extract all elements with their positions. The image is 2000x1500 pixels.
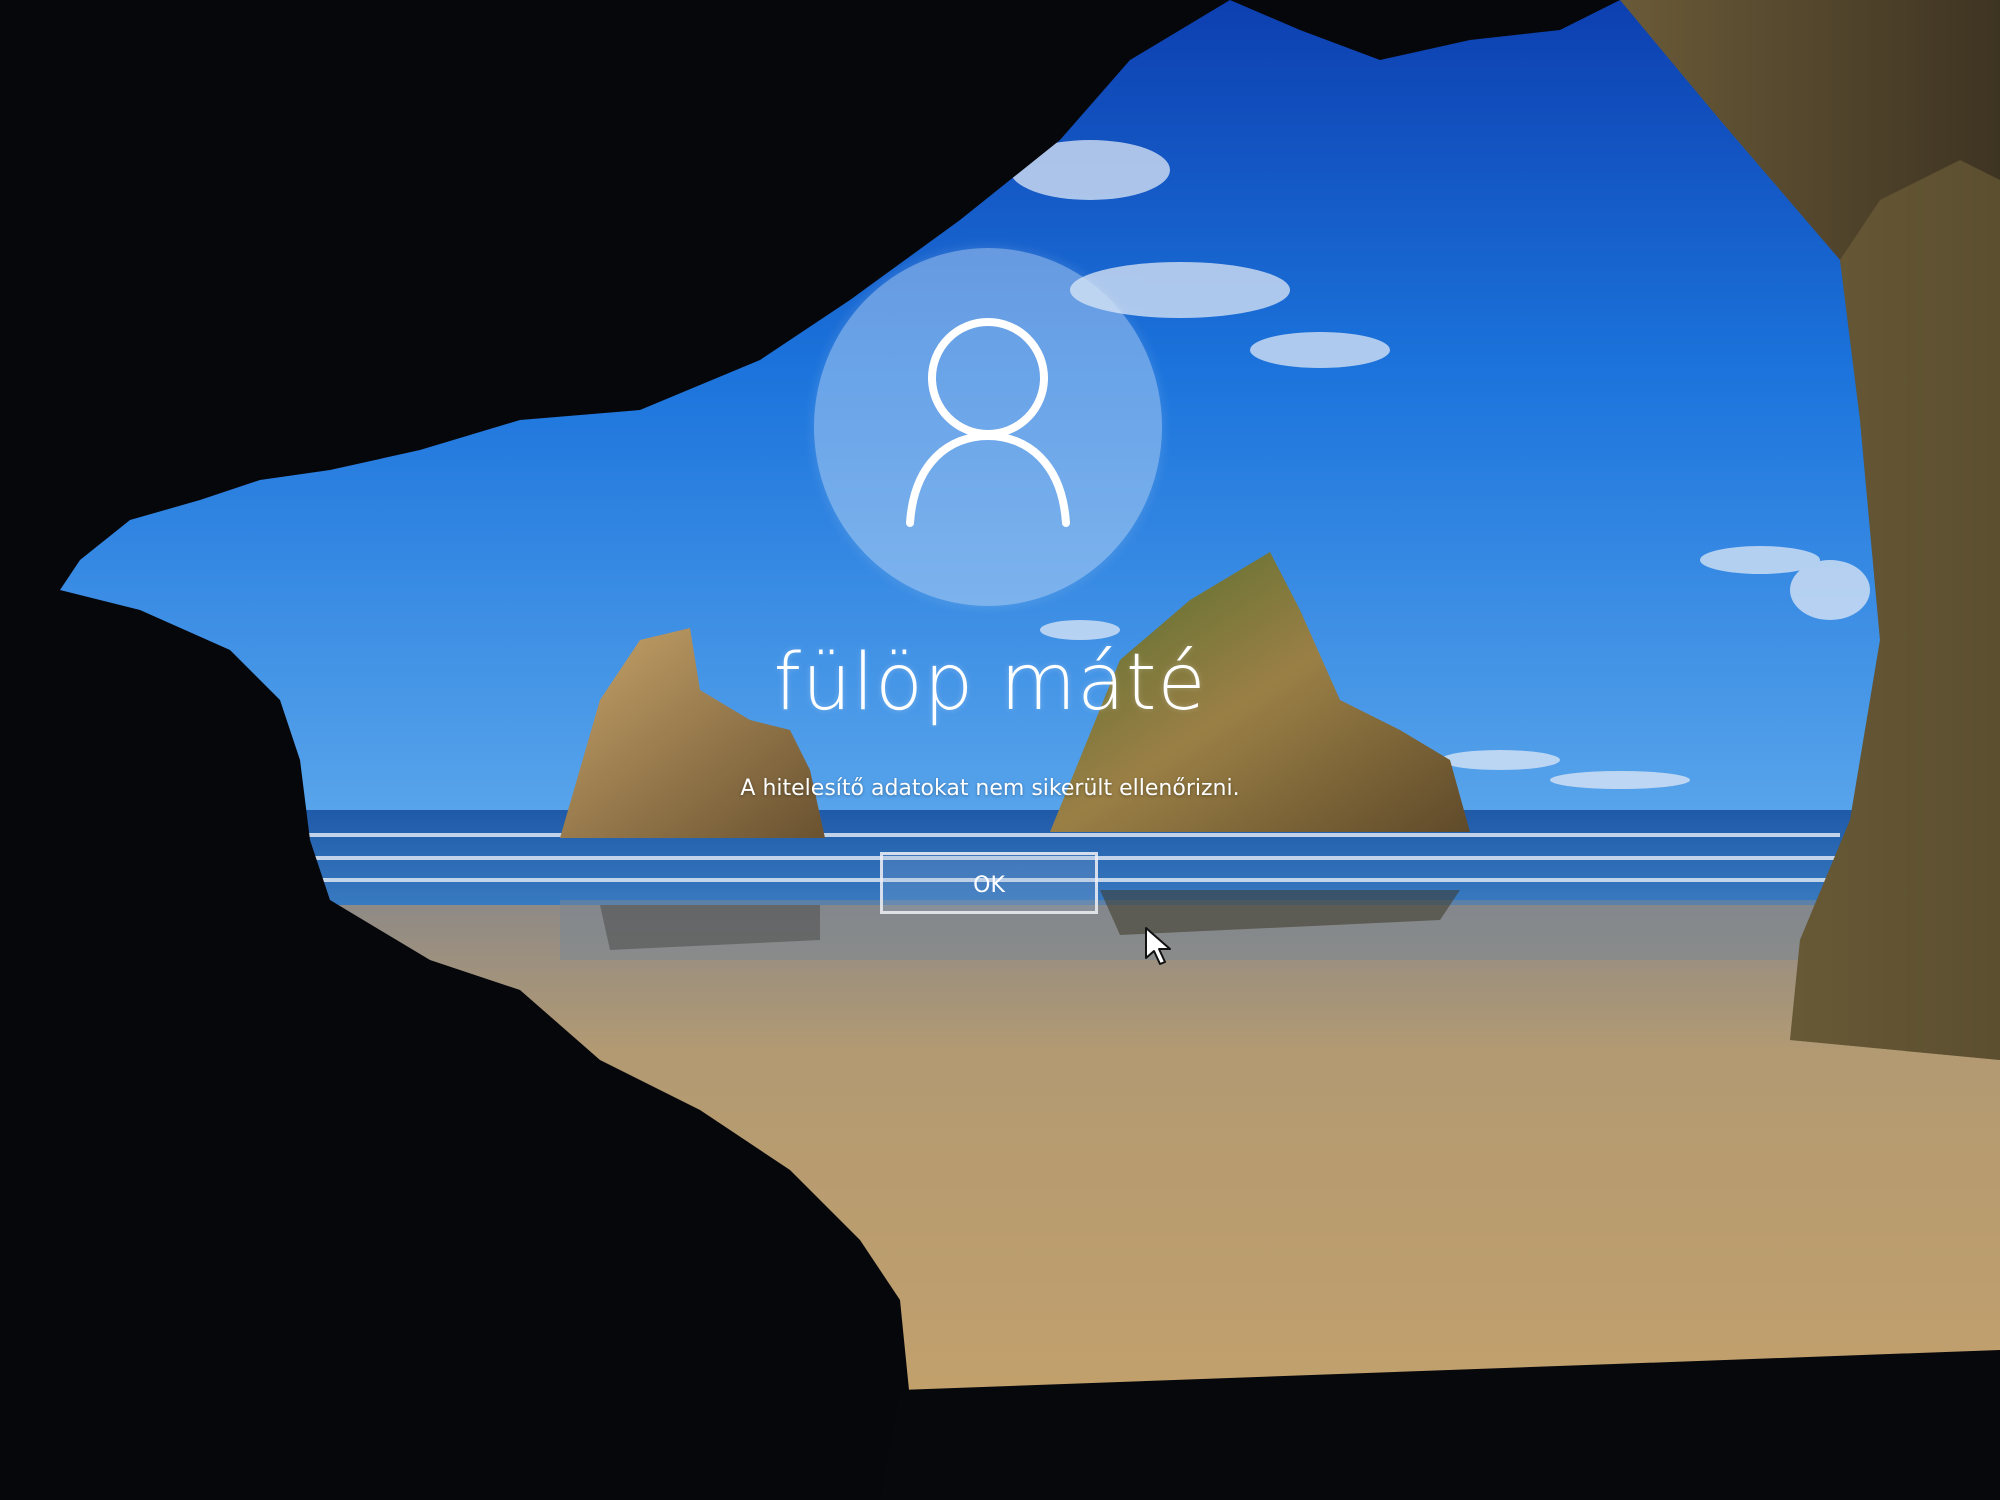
mouse-pointer-icon: [1145, 927, 1171, 965]
error-message: A hitelesítő adatokat nem sikerült ellen…: [740, 776, 1240, 801]
user-avatar: [814, 248, 1162, 606]
wallpaper-cave-beach: [0, 0, 2000, 1500]
ok-button[interactable]: OK: [880, 852, 1098, 914]
user-name: fülöp máté: [773, 638, 1207, 728]
user-avatar-icon: [906, 318, 1070, 527]
lock-screen: fülöp máté A hitelesítő adatokat nem sik…: [0, 0, 2000, 1500]
